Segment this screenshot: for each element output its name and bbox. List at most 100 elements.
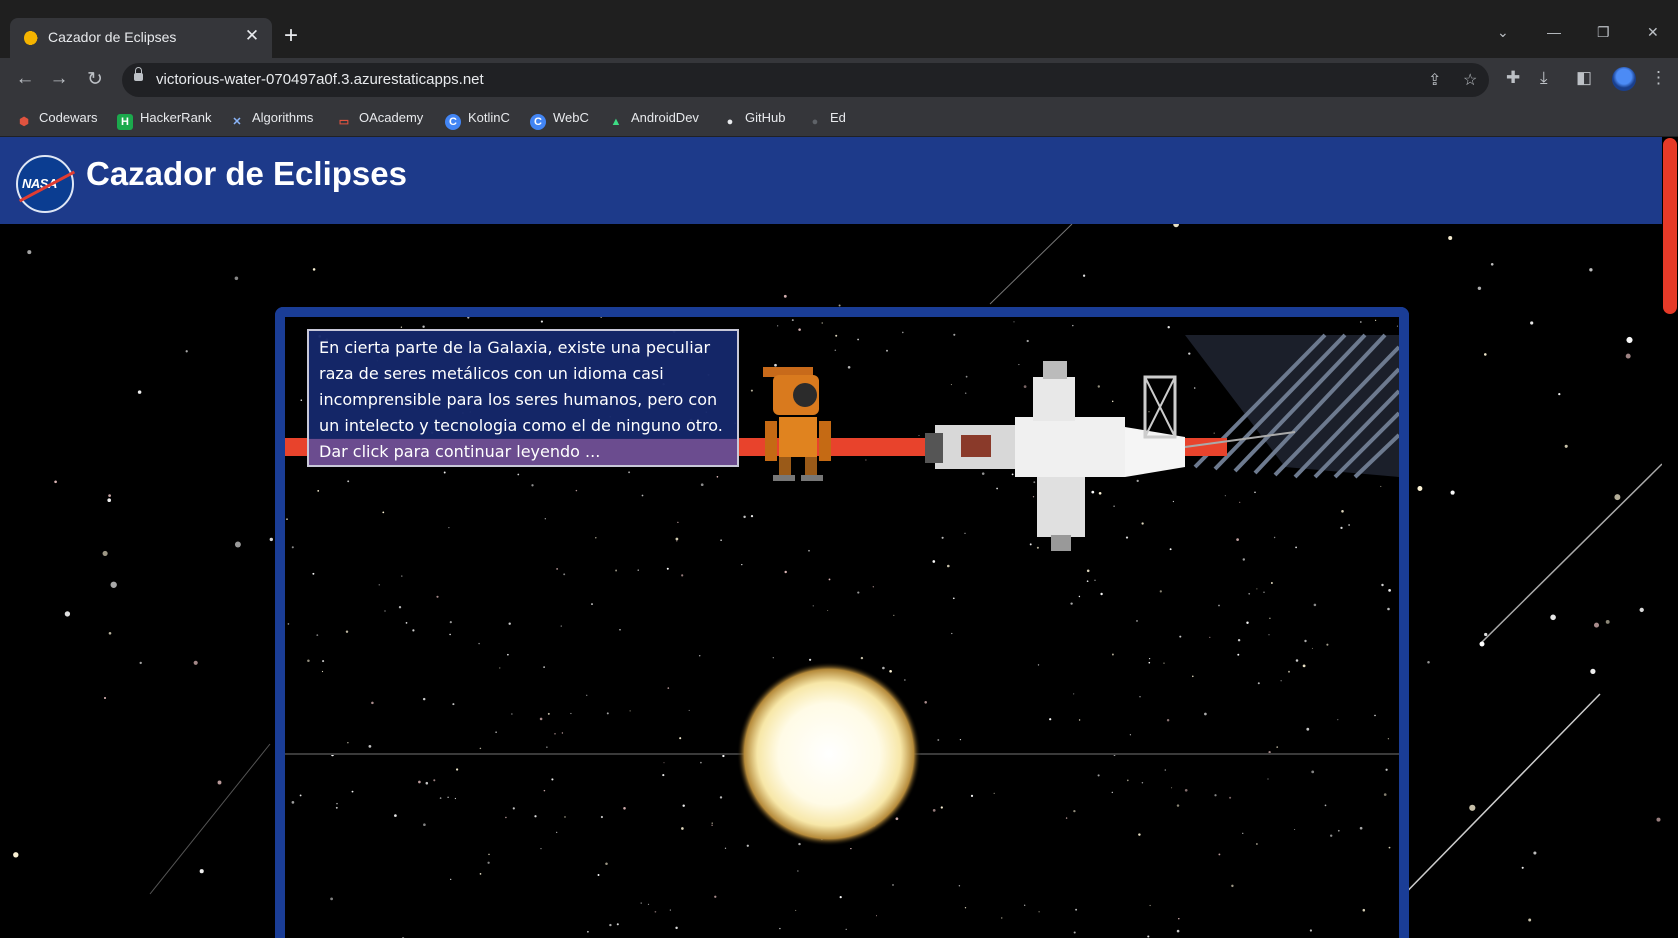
star [924,701,927,704]
bookmark-ed[interactable]: ● Ed [807,110,846,130]
star [517,473,520,476]
star [941,536,944,539]
star [560,625,562,627]
star [711,822,713,824]
star [423,823,426,827]
star [546,746,548,748]
bookmark-algorithms[interactable]: ✕ Algorithms [229,110,313,130]
continue-reading-button[interactable]: Dar click para continuar leyendo ... [309,439,737,465]
star [698,655,701,657]
bookmark-github[interactable]: ● GitHub [722,110,786,130]
reload-icon[interactable]: ↻ [83,68,107,91]
star [1256,588,1258,590]
star [551,778,554,781]
star [1450,490,1455,495]
star [454,797,457,800]
star [666,567,669,570]
star [1359,321,1362,323]
game-canvas-frame[interactable]: En cierta parte de la Galaxia, existe un… [275,307,1409,938]
star [675,537,679,541]
shooting-star-trail [149,743,271,895]
star [1273,536,1276,539]
star [398,606,402,609]
star [1193,387,1196,389]
close-tab-icon[interactable]: ✕ [242,26,262,46]
star [1280,680,1282,682]
star [561,732,564,734]
address-bar[interactable]: victorious-water-070497a0f.3.azurestatic… [122,63,1489,97]
star [508,622,511,625]
star [1172,500,1175,503]
star [1169,548,1172,551]
share-icon[interactable]: ⇪ [1428,70,1441,90]
star [1387,607,1390,611]
star [345,630,349,633]
new-tab-button[interactable]: + [284,24,298,48]
star [777,325,779,327]
star [1268,750,1271,754]
star [682,804,685,807]
star [1605,619,1610,624]
extensions-icon[interactable]: ✚ [1506,68,1520,88]
star [1302,664,1306,668]
star [1229,796,1232,799]
star [1136,619,1138,622]
star [1136,479,1139,483]
star [1231,884,1234,888]
restore-icon[interactable]: ❐ [1597,24,1610,41]
url-text[interactable]: victorious-water-070497a0f.3.azurestatic… [156,71,484,88]
star [1139,696,1141,698]
download-icon[interactable]: ⤓ [1540,68,1548,88]
site-header: NASA Cazador de Eclipses [0,137,1662,224]
star [439,797,442,799]
minimize-icon[interactable]: — [1547,24,1561,40]
star [1097,385,1100,388]
star [904,679,906,681]
profile-avatar[interactable] [1612,67,1636,91]
bookmark-androiddev[interactable]: ▲ AndroidDev [608,110,699,130]
star [1141,782,1144,784]
bookmark-hackerrank[interactable]: H HackerRank [117,110,212,130]
star [964,907,967,909]
star [600,815,603,819]
story-dialog[interactable]: En cierta parte de la Galaxia, existe un… [307,329,739,467]
star [1625,353,1631,359]
star [791,319,794,322]
shooting-star [1479,641,1485,647]
star [1192,675,1194,678]
star [1484,353,1487,356]
star [946,564,950,568]
star [1530,321,1534,325]
close-window-icon[interactable]: ✕ [1647,24,1659,41]
star [1094,579,1096,581]
forward-icon[interactable]: → [47,68,71,90]
bookmark-codewars[interactable]: ⬢ Codewars [16,110,97,130]
bookmark-kotlinc[interactable]: C KotlinC [445,110,510,130]
star [779,927,781,930]
star [1218,853,1221,856]
star [287,623,290,625]
menu-icon[interactable]: ⋮ [1650,68,1667,88]
star [543,789,546,792]
star [1213,432,1215,434]
star [950,384,952,386]
star [1111,400,1114,403]
star [996,487,998,490]
bookmark-star-icon[interactable]: ☆ [1463,70,1477,90]
side-panel-icon[interactable]: ◧ [1576,68,1592,88]
star [895,817,899,821]
scrollbar-thumb[interactable] [1663,138,1677,314]
star [1639,607,1644,613]
star [845,928,847,931]
star [1326,643,1329,646]
star [1387,738,1390,740]
lock-icon[interactable] [134,67,143,81]
bookmark-webc[interactable]: C WebC [530,110,589,130]
star [795,909,797,911]
star [981,472,985,475]
star [1072,324,1074,327]
back-icon[interactable]: ← [13,68,37,90]
bookmark-oacademy[interactable]: ▭ OAcademy [336,110,424,130]
browser-tab[interactable]: Cazador de Eclipses ✕ [10,18,272,58]
tab-search-icon[interactable]: ⌄ [1497,24,1509,41]
